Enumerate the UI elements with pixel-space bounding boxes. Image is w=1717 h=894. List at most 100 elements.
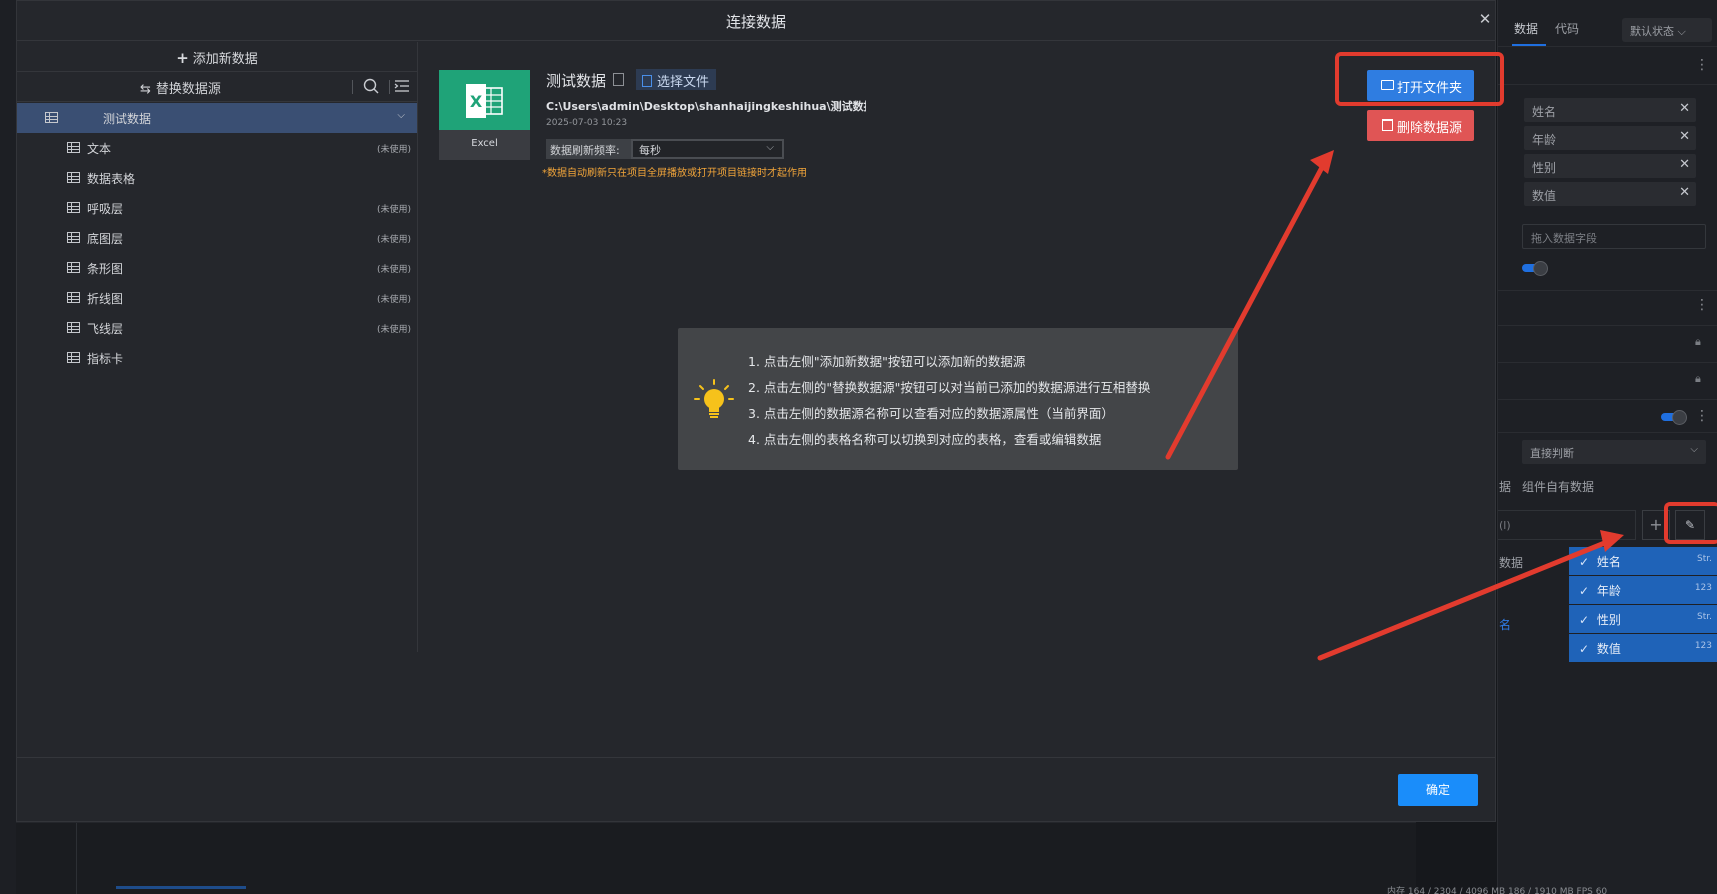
tips-panel: 1. 点击左侧"添加新数据"按钮可以添加新的数据源 2. 点击左侧的"替换数据源… [678,328,1238,470]
field-name: 年龄 [1532,133,1557,147]
tree-item-label: 文本 [87,142,112,156]
close-icon[interactable]: ✕ [1477,11,1493,27]
tree-item[interactable]: 数据表格 [17,163,417,193]
check-icon: ✓ [1579,613,1590,627]
connect-data-dialog: 连接数据 ✕ + 添加新数据 ⇆ 替换数据源 测试数据 ⌵ 文本 (未使用) 数据表格… [16,0,1504,822]
state-select[interactable]: 默认状态 ⌵ [1622,18,1712,42]
tree-item[interactable]: 呼吸层 (未使用) [17,193,417,223]
divider [1498,399,1717,400]
canvas-bottom [16,822,1416,894]
usage-status: (未使用) [376,295,411,305]
search-icon[interactable] [363,78,379,94]
file-timestamp: 2025-07-03 10:23 [546,118,628,128]
column-item[interactable]: ✓ 性别 Str. [1569,605,1717,633]
footer-divider [17,757,1495,758]
excel-file-icon: X [466,84,503,118]
tab-data[interactable]: 数据 [1514,20,1538,37]
data-source-name: 测试数据 [546,72,607,90]
column-name: 性别 [1596,613,1621,627]
refresh-frequency-select[interactable]: 每秒 ⌵ [631,139,784,159]
column-type: 123 [1694,583,1712,593]
column-type: Str. [1697,612,1712,622]
tree-root-label: 测试数据 [103,112,152,126]
field-link[interactable]: 名 [1499,616,1511,633]
tree-item-label: 条形图 [87,262,124,276]
usage-status: (未使用) [376,325,411,335]
field-name: 性别 [1532,161,1557,175]
drop-field-zone[interactable]: 拖入数据字段 [1522,224,1706,249]
add-new-data-label: 添加新数据 [192,52,258,67]
toggle-switch[interactable] [1522,261,1548,276]
table-icon [67,202,80,213]
trash-icon [1382,119,1393,131]
divider [352,80,353,94]
table-icon [45,112,58,123]
column-type: 123 [1694,641,1712,651]
column-item[interactable]: ✓ 姓名 Str. [1569,547,1717,575]
lock-icon[interactable]: 🔒︎ [1695,372,1707,386]
more-menu-icon[interactable]: ⋮ [1695,298,1709,312]
delete-source-button[interactable]: 删除数据源 [1367,110,1474,141]
tab-own-data[interactable]: 组件自有数据 [1522,478,1594,495]
more-menu-icon[interactable]: ⋮ [1695,409,1709,423]
status-bar: 内存 164 / 2304 / 4096 MB 186 / 1910 MB FP… [1387,887,1608,894]
tree-item[interactable]: 文本 (未使用) [17,133,417,163]
left-toolbar [0,0,16,894]
source-type-label: Excel [471,138,498,149]
chevron-down-icon[interactable]: ⌵ [397,110,405,121]
annotation-highlight-box [1664,502,1717,544]
usage-status: (未使用) [376,235,411,245]
divider [1498,84,1717,85]
column-name: 数值 [1596,642,1621,656]
tree-item[interactable]: 飞线层 (未使用) [17,313,417,343]
remove-field-icon[interactable]: ✕ [1679,157,1690,172]
data-source-input[interactable] [1498,510,1636,540]
ruler-line [76,823,77,894]
table-icon [67,322,80,333]
tree-item-label: 指标卡 [87,352,124,366]
tree-item-label: 呼吸层 [87,202,124,216]
field-chip: 年龄 ✕ [1524,126,1696,150]
confirm-button[interactable]: 确定 [1398,774,1478,806]
judge-select[interactable]: 直接判断 ⌵ [1522,440,1706,464]
chevron-down-icon: ⌵ [766,142,774,153]
table-icon [67,172,80,183]
divider [1498,432,1717,433]
tree-item[interactable]: 底图层 (未使用) [17,223,417,253]
list-collapse-icon[interactable] [394,79,410,93]
usage-status: (未使用) [376,265,411,275]
column-item[interactable]: ✓ 数值 123 [1569,634,1717,662]
remove-field-icon[interactable]: ✕ [1679,101,1690,116]
tree-item[interactable]: 条形图 (未使用) [17,253,417,283]
rename-icon[interactable] [613,73,624,86]
tab-code[interactable]: 代码 [1555,20,1579,37]
source-tab-label[interactable]: 据 [1499,478,1511,495]
state-select-value: 默认状态 [1630,25,1674,38]
lock-icon[interactable]: 🔒︎ [1695,335,1707,349]
field-chip: 性别 ✕ [1524,154,1696,178]
tip-line: 2. 点击左侧的"替换数据源"按钮可以对当前已添加的数据源进行互相替换 [748,380,1151,395]
divider [389,80,390,94]
input-hint: (l) [1499,519,1511,532]
more-menu-icon[interactable]: ⋮ [1695,58,1709,72]
tip-line: 4. 点击左侧的表格名称可以切换到对应的表格，查看或编辑数据 [748,432,1102,447]
section-label: 数据 [1499,556,1524,570]
delete-source-label: 删除数据源 [1397,121,1463,136]
excel-source-card: X Excel [439,70,530,160]
horizontal-scrollbar[interactable] [116,886,246,889]
column-item[interactable]: ✓ 年龄 123 [1569,576,1717,604]
choose-file-button[interactable]: 选择文件 [636,69,717,90]
table-icon [67,232,80,243]
remove-field-icon[interactable]: ✕ [1679,129,1690,144]
tree-item[interactable]: 指标卡 [17,343,417,373]
add-new-data-button[interactable]: + 添加新数据 [17,42,417,72]
remove-field-icon[interactable]: ✕ [1679,185,1690,200]
table-icon [67,142,80,153]
file-icon [642,75,652,87]
tip-line: 1. 点击左侧"添加新数据"按钮可以添加新的数据源 [748,354,1026,369]
replace-source-button[interactable]: ⇆ 替换数据源 [140,78,221,97]
tree-item[interactable]: 折线图 (未使用) [17,283,417,313]
svg-text:X: X [470,92,483,111]
tree-root-item[interactable]: 测试数据 ⌵ [17,103,417,133]
toggle-switch[interactable] [1661,410,1687,425]
